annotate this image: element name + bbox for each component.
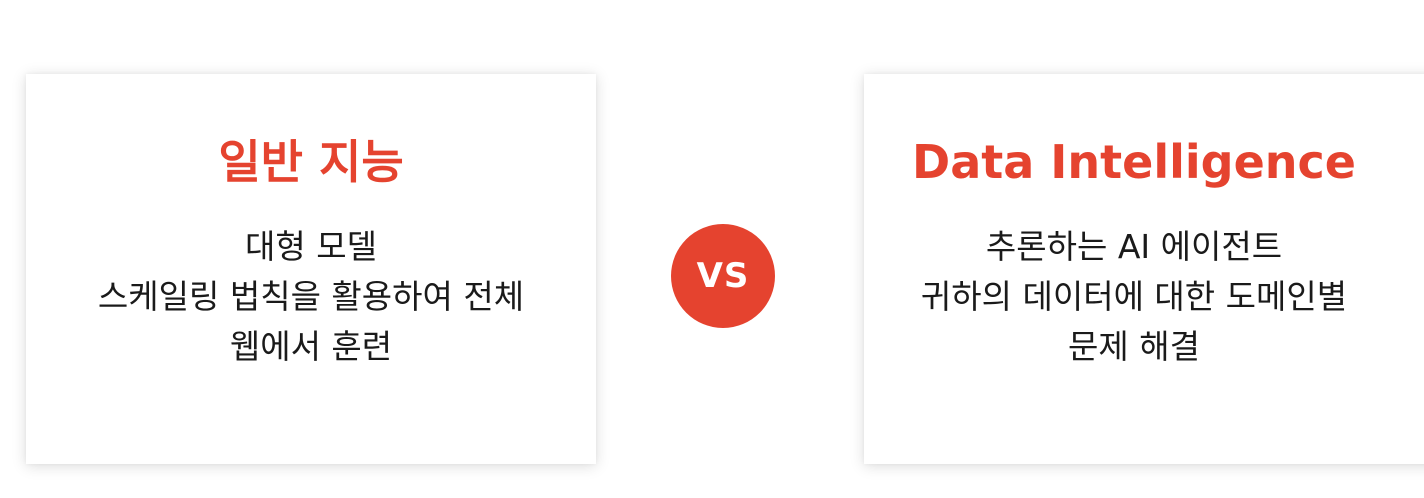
description-line: 추론하는 AI 에이전트 — [985, 227, 1283, 266]
description-line: 스케일링 법칙을 활용하여 전체 — [97, 277, 525, 316]
general-intelligence-title: 일반 지능 — [218, 135, 404, 189]
data-intelligence-title: Data Intelligence — [912, 135, 1356, 189]
description-line: 대형 모델 — [245, 227, 377, 266]
vs-badge: VS — [671, 224, 775, 328]
description-line: 웹에서 훈련 — [229, 327, 393, 366]
general-intelligence-card: 일반 지능 대형 모델 스케일링 법칙을 활용하여 전체 웹에서 훈련 — [26, 74, 596, 464]
general-intelligence-description: 대형 모델 스케일링 법칙을 활용하여 전체 웹에서 훈련 — [26, 222, 596, 372]
data-intelligence-card: Data Intelligence 추론하는 AI 에이전트 귀하의 데이터에 … — [864, 74, 1424, 464]
description-line: 문제 해결 — [1068, 327, 1200, 366]
description-line: 귀하의 데이터에 대한 도메인별 — [920, 277, 1348, 316]
data-intelligence-description: 추론하는 AI 에이전트 귀하의 데이터에 대한 도메인별 문제 해결 — [864, 222, 1404, 372]
